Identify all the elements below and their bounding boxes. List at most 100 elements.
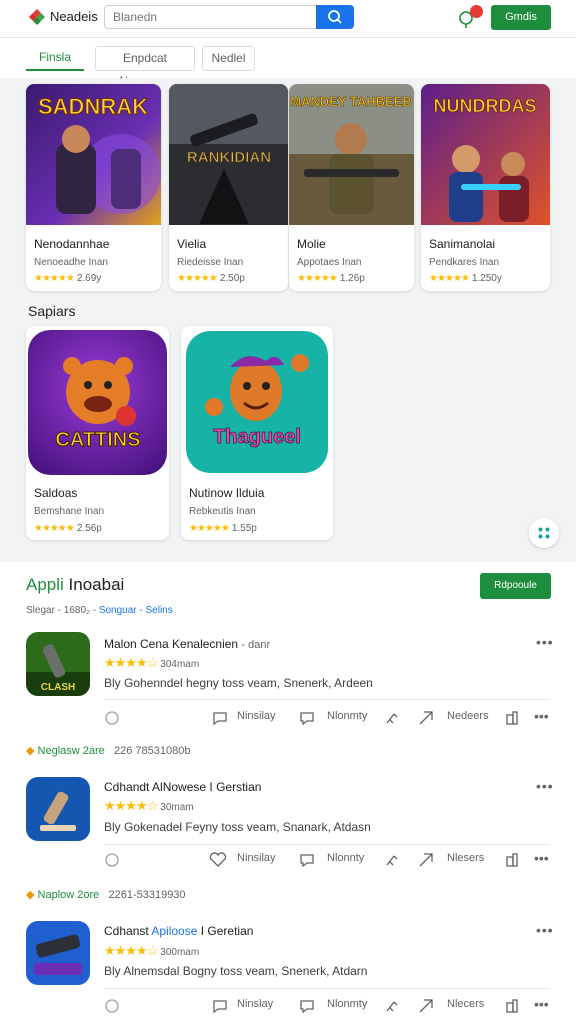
apps-title-accent: Appli <box>26 575 64 594</box>
more-options-icon[interactable]: ••• <box>534 850 549 866</box>
rating-value: 304mam <box>160 659 200 670</box>
list-item-title: Cdhanst Apiloose I Geretian <box>104 924 253 938</box>
game-art-text: SADNRAK <box>38 94 148 119</box>
tag-icon: ◆ <box>26 889 35 901</box>
card-title: Nenodannhae <box>34 237 110 251</box>
item-title-text: I Geretian <box>197 924 254 938</box>
card-rating: ★★★★★ 2.69y <box>34 273 101 284</box>
search-box[interactable] <box>104 5 354 29</box>
chat-icon[interactable] <box>299 710 315 726</box>
breadcrumb: Slegar - 1680₂ - Songuar - Selins <box>26 605 173 616</box>
chat-icon[interactable] <box>299 852 315 868</box>
heart-icon[interactable] <box>104 998 120 1014</box>
card-title: Sanimanolai <box>429 237 496 251</box>
divider <box>104 844 550 845</box>
more-options-icon[interactable]: ••• <box>536 778 554 794</box>
action-label[interactable]: Nlecers <box>447 998 484 1010</box>
star-rating-icon: ★★★★★ <box>34 273 75 284</box>
search-input[interactable] <box>113 9 313 25</box>
app-icon <box>26 777 90 841</box>
bookmark-icon[interactable] <box>504 852 520 868</box>
card-subtitle: Appotaes Inan <box>297 257 362 268</box>
action-label[interactable]: Nlonmty <box>327 710 367 722</box>
more-options-icon[interactable]: ••• <box>534 708 549 724</box>
app-art: Thagueel <box>186 331 328 473</box>
list-item[interactable]: CLASH Malon Cena Kenalecnien - danr ••• … <box>0 628 576 736</box>
send-icon[interactable] <box>418 998 434 1014</box>
brand-name[interactable]: Neadeis <box>50 9 98 24</box>
list-item-title: Cdhandt AlNowese I Gerstian <box>104 780 262 794</box>
tag-icon: ◆ <box>26 745 35 757</box>
primary-action-button[interactable]: Gmdis <box>491 5 551 30</box>
top-bar: Neadeis Gmdis <box>0 0 576 38</box>
search-icon <box>328 10 342 24</box>
more-options-icon[interactable]: ••• <box>536 922 554 938</box>
app-art-text: CATTINS <box>55 429 140 451</box>
app-art: CATTINS <box>28 330 167 475</box>
share-icon[interactable] <box>384 852 400 868</box>
divider <box>104 988 550 989</box>
apps-grid-button[interactable] <box>529 518 559 548</box>
list-item[interactable]: Cdhanst Apiloose I Geretian ••• ★★★★☆ 300… <box>0 916 576 1024</box>
tab-nedlel[interactable]: Nedlel <box>202 46 255 71</box>
action-row: Ninslay Nlonmty Nlecers ••• <box>104 996 554 1018</box>
item-description: Bly Gokenadel Feyny toss veam, Snanark, … <box>104 820 371 834</box>
comment-icon[interactable] <box>212 998 228 1014</box>
heart-icon[interactable] <box>104 852 120 868</box>
search-button[interactable] <box>316 5 354 29</box>
heart-icon[interactable] <box>104 710 120 726</box>
group-tag[interactable]: Naplow 2ore <box>38 889 100 901</box>
game-art-text: NUNDRDAS <box>434 96 537 116</box>
action-label[interactable]: Nlonmty <box>327 998 367 1010</box>
action-label[interactable]: Nlonnty <box>327 852 364 864</box>
list-item-title: Malon Cena Kenalecnien - danr <box>104 637 270 651</box>
action-label[interactable]: Ninsilay <box>237 710 276 722</box>
action-label[interactable]: Nlesers <box>447 852 484 864</box>
game-art: RANKIDIAN <box>169 84 288 225</box>
card-title: Molie <box>297 237 326 251</box>
item-rating: ★★★★☆ 30mam <box>104 798 194 814</box>
more-options-icon[interactable]: ••• <box>534 996 549 1012</box>
card-title: Saldoas <box>34 486 78 500</box>
game-art-text: MANDEY TAHBEEB <box>290 94 412 109</box>
featured-card[interactable]: SADNRAK Nenodannhae Nenoeadhe Inan ★★★★★… <box>26 84 161 291</box>
more-options-icon[interactable]: ••• <box>536 634 554 650</box>
card-rating: ★★★★★ 2.56p <box>34 523 102 534</box>
bookmark-icon[interactable] <box>504 998 520 1014</box>
heart-icon[interactable] <box>209 852 227 868</box>
featured-card[interactable]: RANKIDIAN Vielia Riedeisse Inan ★★★★★ 2.5… <box>169 84 288 291</box>
list-item[interactable]: Cdhandt AlNowese I Gerstian ••• ★★★★☆ 30m… <box>0 772 576 880</box>
rating-value: 1.55p <box>231 523 257 534</box>
apps-action-button[interactable]: Rdpooule <box>480 573 551 599</box>
featured-card[interactable]: NUNDRDAS Sanimanolai Pendkares Inan ★★★★… <box>421 84 550 291</box>
game-art: SADNRAK <box>26 84 161 225</box>
tab-enpdcat-nemguns[interactable]: Enpdcat Nemguns <box>95 46 195 88</box>
send-icon[interactable] <box>418 710 434 726</box>
share-icon[interactable] <box>384 998 400 1014</box>
star-rating-icon: ★★★★☆ <box>104 798 158 813</box>
breadcrumb-link[interactable]: Songuar - Selins <box>99 605 173 616</box>
app-card[interactable]: CATTINS Saldoas Bemshane Inan ★★★★★ 2.56p <box>26 326 169 540</box>
card-rating: ★★★★★ 1.250y <box>429 273 502 284</box>
star-rating-icon: ★★★★★ <box>177 273 218 284</box>
group-tag[interactable]: Neglasw 2are <box>38 745 105 757</box>
group-header: ◆ Naplow 2ore 2261-53319930 <box>26 888 186 901</box>
action-label[interactable]: Ninslay <box>237 998 273 1010</box>
card-subtitle: Nenoeadhe Inan <box>34 257 108 268</box>
action-label[interactable]: Ninsilay <box>237 852 276 864</box>
app-card[interactable]: Thagueel Nutinow Ilduia Rebkeutis Inan ★… <box>181 326 333 540</box>
card-subtitle: Riedeisse Inan <box>177 257 244 268</box>
breadcrumb-prefix: Slegar - 1680₂ - <box>26 605 97 616</box>
action-label[interactable]: Nedeers <box>447 710 489 722</box>
bookmark-icon[interactable] <box>504 710 520 726</box>
rating-value: 300mam <box>160 947 200 958</box>
comment-icon[interactable] <box>212 710 228 726</box>
app-logo-icon[interactable] <box>26 6 48 28</box>
tab-finsla[interactable]: Finsla <box>26 46 84 71</box>
featured-card[interactable]: MANDEY TAHBEEB Molie Appotaes Inan ★★★★★… <box>289 84 414 291</box>
item-rating: ★★★★☆ 300mam <box>104 943 199 959</box>
share-icon[interactable] <box>384 710 400 726</box>
chat-icon[interactable] <box>299 998 315 1014</box>
card-subtitle: Bemshane Inan <box>34 506 105 517</box>
send-icon[interactable] <box>418 852 434 868</box>
